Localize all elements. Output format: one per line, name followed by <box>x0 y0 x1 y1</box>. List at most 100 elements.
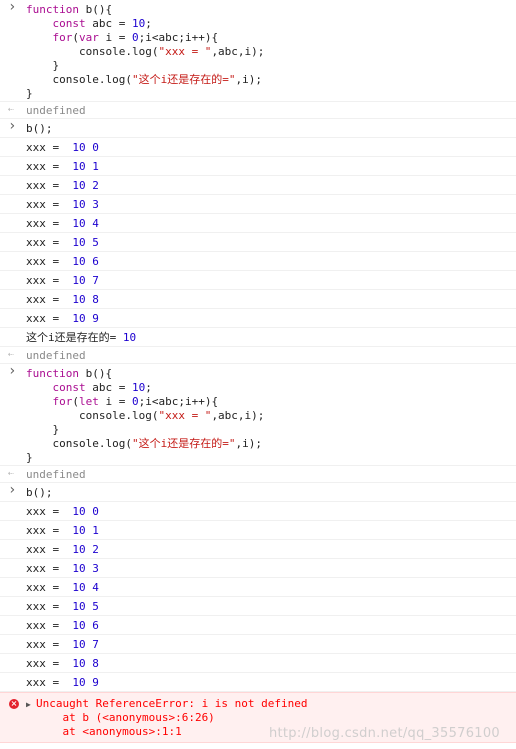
input-text: b(); <box>26 486 53 499</box>
console-error-row[interactable]: × ▶ Uncaught ReferenceError: i is not defi… <box>0 692 516 743</box>
error-stack-line: at <anonymous>:1:1 <box>36 725 182 738</box>
code-token: ,abc,i); <box>211 409 265 422</box>
log-value: 10 <box>72 141 86 154</box>
log-value: 6 <box>92 619 99 632</box>
code-token: ;i<abc;i++){ <box>138 31 219 44</box>
log-label: xxx = <box>26 524 66 537</box>
code-token: const <box>52 17 86 30</box>
code-line: const abc = 10; <box>0 17 516 31</box>
code-line: for(var i = 0;i<abc;i++){ <box>0 31 516 45</box>
chevron-right-icon: › <box>8 118 17 134</box>
code-token: "这个i还是存在的=" <box>131 73 236 86</box>
log-value: 10 <box>72 312 86 325</box>
devtools-console: › function b(){ const abc = 10; for(var i… <box>0 0 516 743</box>
log-value: 8 <box>92 293 99 306</box>
return-value: undefined <box>26 349 86 362</box>
code-line: console.log("xxx = ",abc,i); <box>0 45 516 59</box>
console-input-row[interactable]: › b(); <box>0 483 516 502</box>
console-input-row[interactable]: › function b(){ const abc = 10; for(let i… <box>0 364 516 466</box>
log-label: xxx = <box>26 179 66 192</box>
error-message: Uncaught ReferenceError: i is not define… <box>36 697 308 710</box>
log-value: 4 <box>92 581 99 594</box>
log-label: xxx = <box>26 160 66 173</box>
log-label: xxx = <box>26 293 66 306</box>
log-value: 10 <box>72 293 86 306</box>
log-label: 这个i还是存在的= <box>26 331 123 344</box>
console-input-row[interactable]: › function b(){ const abc = 10; for(var i… <box>0 0 516 102</box>
console-log-row: xxx = 10 3 <box>0 195 516 214</box>
code-token: } <box>26 59 60 72</box>
code-token: const <box>52 381 86 394</box>
code-token: } <box>26 87 33 100</box>
code-token: console.log( <box>26 73 132 86</box>
log-value: 10 <box>72 600 86 613</box>
chevron-right-icon: › <box>8 363 17 379</box>
log-label: xxx = <box>26 141 66 154</box>
code-line: } <box>0 87 516 101</box>
code-token: b(){ <box>78 367 113 380</box>
console-log-row: xxx = 10 4 <box>0 578 516 597</box>
log-value: 5 <box>92 236 99 249</box>
code-line: } <box>0 59 516 73</box>
log-label: xxx = <box>26 562 66 575</box>
code-line: console.log("这个i还是存在的=",i); <box>0 73 516 87</box>
code-token: 10 <box>131 17 146 30</box>
chevron-right-icon: › <box>8 482 17 498</box>
code-line: console.log("这个i还是存在的=",i); <box>0 437 516 451</box>
return-value: undefined <box>26 468 86 481</box>
code-token: abc = <box>85 381 132 394</box>
log-value: 10 <box>72 543 86 556</box>
log-value: 3 <box>92 198 99 211</box>
code-token: ( <box>72 395 79 408</box>
console-log-row: xxx = 10 9 <box>0 309 516 328</box>
code-token: "xxx = " <box>158 409 212 422</box>
return-arrow-icon: ⇠ <box>8 349 15 360</box>
log-value: 10 <box>122 331 137 344</box>
log-value: 10 <box>72 562 86 575</box>
code-line: } <box>0 451 516 465</box>
log-value: 10 <box>72 505 86 518</box>
console-return-row: ⇠ undefined <box>0 102 516 119</box>
expand-triangle-icon[interactable]: ▶ <box>26 698 31 712</box>
console-log-row: xxx = 10 5 <box>0 597 516 616</box>
code-token: for <box>52 395 73 408</box>
console-log-row: xxx = 10 3 <box>0 559 516 578</box>
code-line: } <box>0 423 516 437</box>
log-value: 6 <box>92 255 99 268</box>
log-label: xxx = <box>26 619 66 632</box>
log-value: 10 <box>72 524 86 537</box>
console-log-row: xxx = 10 6 <box>0 252 516 271</box>
code-token: function <box>26 3 79 16</box>
code-line: b(); <box>0 486 516 500</box>
log-value: 10 <box>72 676 86 689</box>
code-token: ,abc,i); <box>211 45 265 58</box>
console-log-row: xxx = 10 1 <box>0 157 516 176</box>
log-label: xxx = <box>26 638 66 651</box>
console-log-row: 这个i还是存在的= 10 <box>0 328 516 347</box>
chevron-right-icon: › <box>8 0 17 15</box>
console-log-row: xxx = 10 8 <box>0 290 516 309</box>
console-log-row: xxx = 10 0 <box>0 502 516 521</box>
console-log-row: xxx = 10 8 <box>0 654 516 673</box>
console-log-row: xxx = 10 4 <box>0 214 516 233</box>
log-value: 4 <box>92 217 99 230</box>
code-token: let <box>79 395 99 408</box>
console-return-row: ⇠ undefined <box>0 466 516 483</box>
log-label: xxx = <box>26 600 66 613</box>
code-token: ,i); <box>235 73 262 86</box>
code-token: ,i); <box>235 437 262 450</box>
code-token: ; <box>145 17 152 30</box>
return-arrow-icon: ⇠ <box>8 468 15 479</box>
input-text: b(); <box>26 122 53 135</box>
log-label: xxx = <box>26 676 66 689</box>
console-input-row[interactable]: › b(); <box>0 119 516 138</box>
error-icon: × <box>9 699 19 709</box>
log-label: xxx = <box>26 217 66 230</box>
log-value: 10 <box>72 581 86 594</box>
console-log-row: xxx = 10 9 <box>0 673 516 692</box>
log-value: 10 <box>72 638 86 651</box>
log-label: xxx = <box>26 543 66 556</box>
